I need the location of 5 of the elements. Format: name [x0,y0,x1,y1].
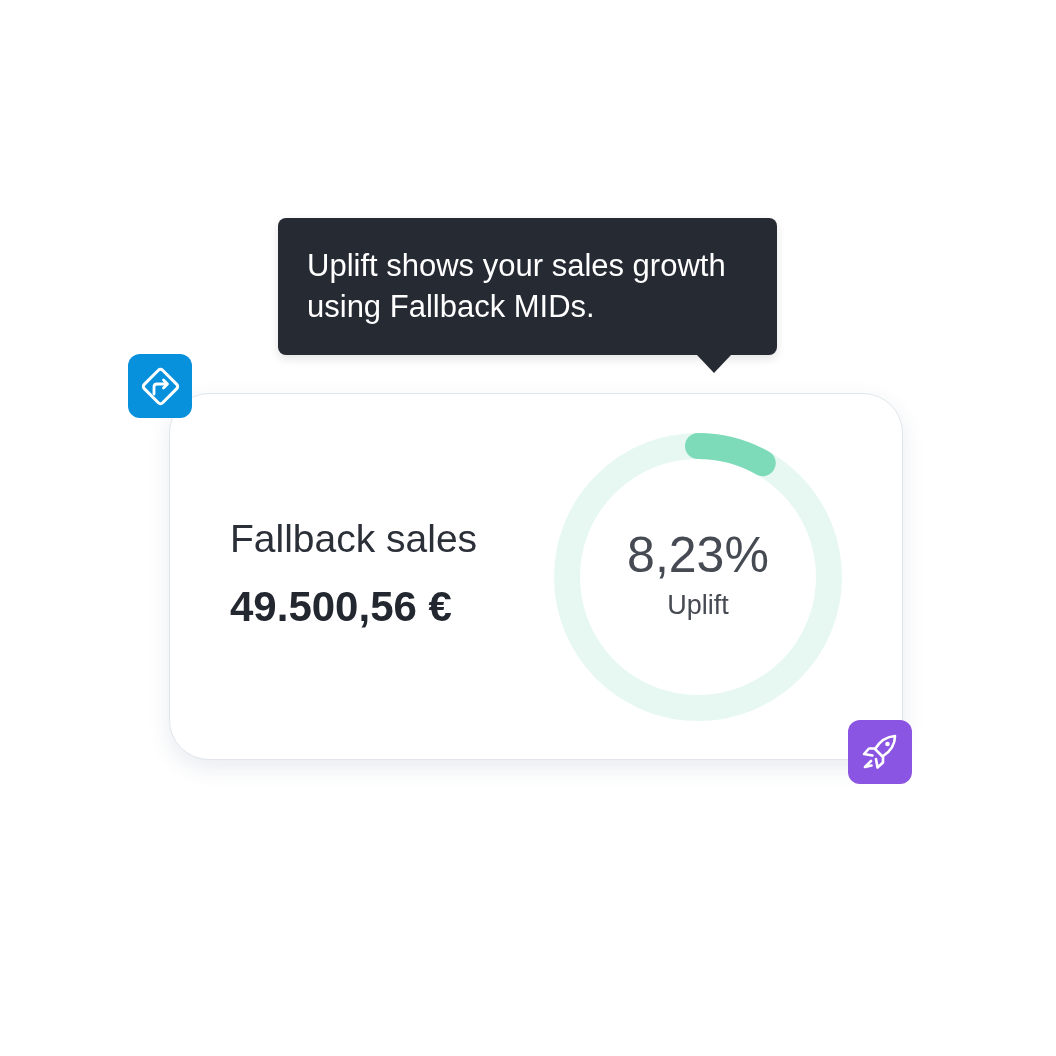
sales-amount: 49.500,56 € [230,583,453,630]
tooltip-text: Uplift shows your sales growth using Fallback MIDs. [307,247,727,326]
sales-label: Fallback sales [230,515,478,562]
uplift-label: Uplift [667,588,729,621]
uplift-value: 8,23% [627,526,769,583]
